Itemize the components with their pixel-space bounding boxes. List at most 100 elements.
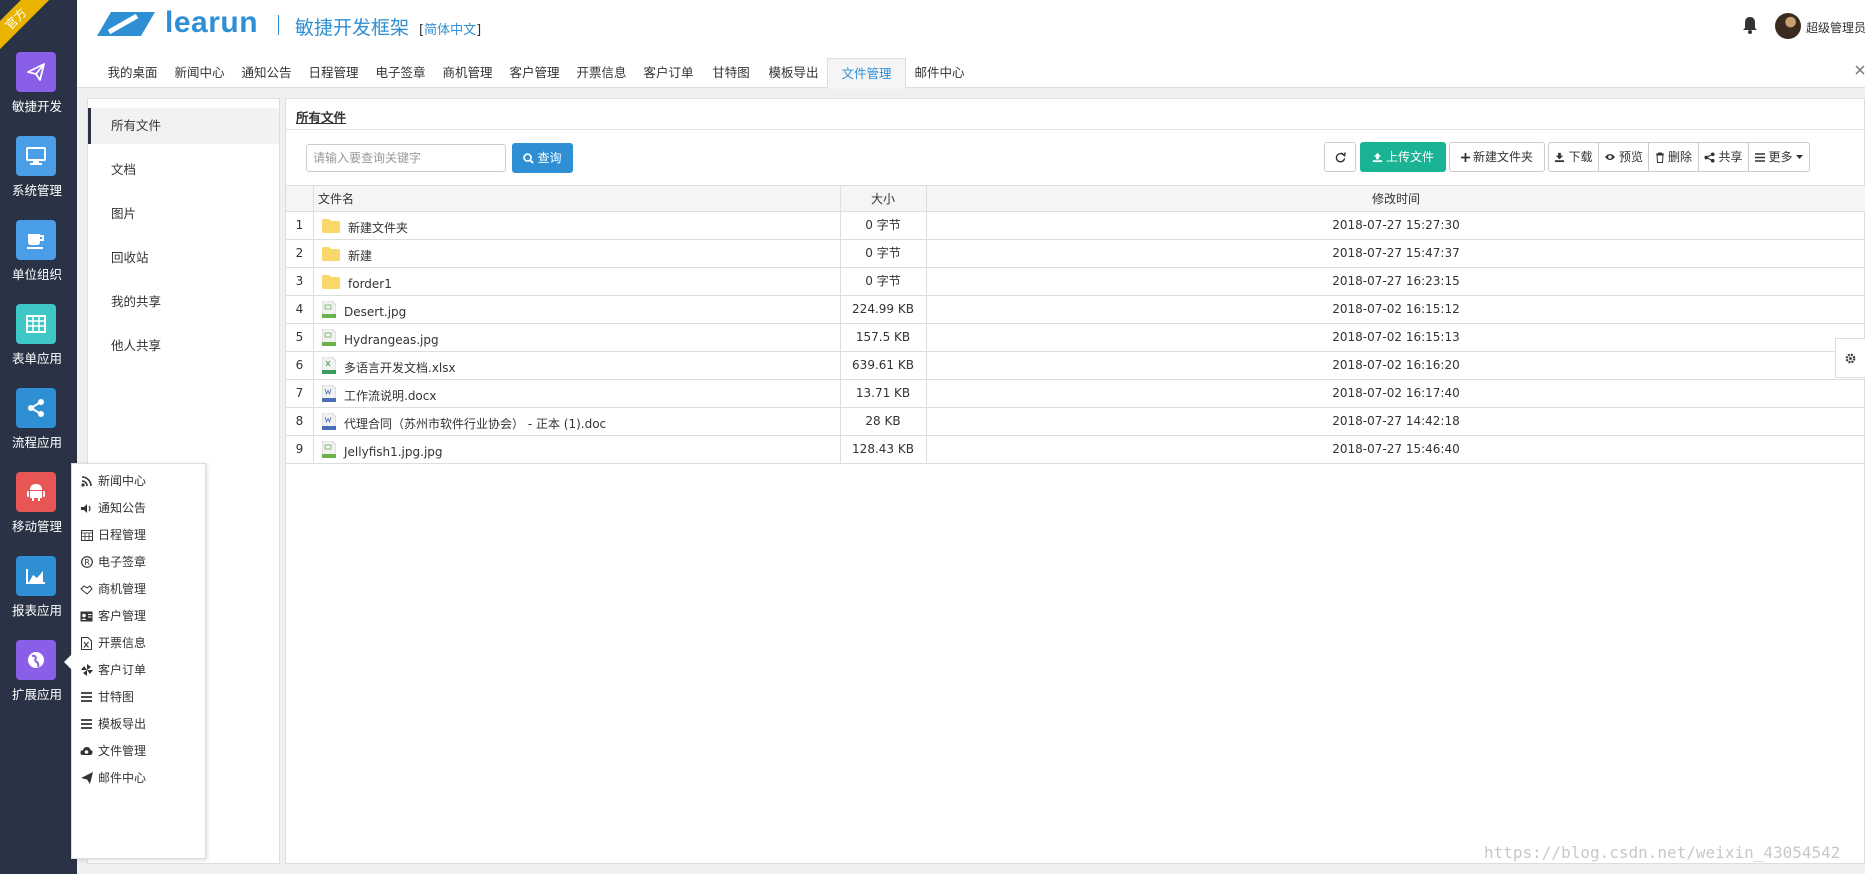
file-name-cell[interactable]: Desert.jpg — [322, 296, 406, 323]
file-name-cell[interactable]: 新建 — [322, 240, 372, 267]
submenu-item-label: 甘特图 — [98, 690, 135, 704]
bars-icon — [80, 691, 93, 704]
coffee-icon — [16, 220, 56, 260]
table-row[interactable]: 1 新建文件夹 0 字节 2018-07-27 15:27:30 — [286, 212, 1865, 240]
tab-schedule[interactable]: 日程管理 — [300, 58, 367, 88]
table-row[interactable]: 9 Jellyfish1.jpg.jpg 128.43 KB 2018-07-27 1… — [286, 436, 1865, 464]
column-header-size[interactable]: 大小 — [840, 186, 926, 212]
preview-button[interactable]: 预览 — [1598, 142, 1649, 172]
file-modified-time: 2018-07-27 16:23:15 — [1332, 274, 1460, 288]
file-name-cell[interactable]: 代理合同（苏州市软件行业协会） - 正本 (1).doc — [322, 408, 606, 435]
category-images[interactable]: 图片 — [88, 196, 279, 232]
avatar[interactable] — [1775, 13, 1801, 39]
category-all-files[interactable]: 所有文件 — [88, 108, 279, 144]
table-row[interactable]: 5 Hydrangeas.jpg 157.5 KB 2018-07-02 16:15:… — [286, 324, 1865, 352]
caret-down-icon — [1795, 154, 1803, 159]
row-number: 6 — [295, 358, 304, 372]
file-name-cell[interactable]: 新建文件夹 — [322, 212, 408, 239]
file-modified-time: 2018-07-27 15:27:30 — [1332, 218, 1460, 232]
search-input[interactable] — [306, 144, 506, 172]
language-switch[interactable]: [简体中文] — [419, 19, 481, 38]
bell-icon[interactable] — [1741, 15, 1759, 38]
tab-customers[interactable]: 客户管理 — [501, 58, 568, 88]
logo-divider — [278, 15, 279, 35]
tab-invoices[interactable]: 开票信息 — [568, 58, 635, 88]
delete-button[interactable]: 删除 — [1648, 142, 1699, 172]
file-name-cell[interactable]: Hydrangeas.jpg — [322, 324, 439, 351]
tab-file-management[interactable]: 文件管理 — [827, 58, 906, 89]
submenu-item[interactable]: 新闻中心 — [80, 470, 146, 492]
tab-e-signature[interactable]: 电子签章 — [367, 58, 434, 88]
file-excel-icon — [80, 636, 93, 650]
file-modified-time: 2018-07-27 15:46:40 — [1332, 442, 1460, 456]
sidebar-item-reports[interactable]: 报表应用 — [0, 556, 77, 640]
close-all-tabs-icon[interactable] — [1855, 64, 1865, 79]
submenu-item-label: 通知公告 — [98, 501, 147, 515]
file-name-cell[interactable]: forder1 — [322, 268, 392, 295]
sidebar-item-workflow[interactable]: 流程应用 — [0, 388, 77, 472]
tab-opportunities[interactable]: 商机管理 — [434, 58, 501, 88]
tab-mail[interactable]: 邮件中心 — [906, 58, 973, 88]
file-size: 13.71 KB — [855, 386, 911, 400]
table-row[interactable]: 6 多语言开发文档.xlsx 639.61 KB 2018-07-02 16:16:2… — [286, 352, 1865, 380]
table-row[interactable]: 7 工作流说明.docx 13.71 KB 2018-07-02 16:17:40 — [286, 380, 1865, 408]
refresh-button[interactable] — [1324, 142, 1356, 172]
tab-my-desktop[interactable]: 我的桌面 — [99, 58, 166, 88]
table-row[interactable]: 2 新建 0 字节 2018-07-27 15:47:37 — [286, 240, 1865, 268]
column-header-modified[interactable]: 修改时间 — [926, 186, 1865, 212]
file-name[interactable]: Jellyfish1.jpg.jpg — [344, 434, 443, 466]
file-name-cell[interactable]: 多语言开发文档.xlsx — [322, 352, 456, 379]
pinwheel-icon — [80, 664, 93, 677]
search-button[interactable]: 查询 — [512, 143, 573, 173]
sidebar-item-extensions[interactable]: 扩展应用 — [0, 640, 77, 724]
submenu-item[interactable]: 开票信息 — [80, 632, 146, 654]
submenu-item[interactable]: 客户管理 — [80, 605, 146, 627]
tab-gantt[interactable]: 甘特图 — [702, 58, 760, 88]
eye-icon — [1604, 154, 1615, 160]
table-row[interactable]: 3 forder1 0 字节 2018-07-27 16:23:15 — [286, 268, 1865, 296]
file-name-cell[interactable]: Jellyfish1.jpg.jpg — [322, 436, 443, 463]
settings-tab[interactable] — [1835, 338, 1865, 378]
user-name[interactable]: 超级管理员 — [1806, 19, 1865, 36]
id-card-icon — [80, 610, 93, 623]
category-shared-with-me[interactable]: 他人共享 — [88, 328, 279, 364]
more-dropdown-button[interactable]: 更多 — [1748, 142, 1810, 172]
download-button[interactable]: 下载 — [1548, 142, 1599, 172]
submenu-item[interactable]: 模板导出 — [80, 713, 146, 735]
share-button[interactable]: 共享 — [1698, 142, 1749, 172]
submenu-item[interactable]: 文件管理 — [80, 740, 146, 762]
category-recycle-bin[interactable]: 回收站 — [88, 240, 279, 276]
upload-file-button[interactable]: 上传文件 — [1360, 142, 1446, 172]
panel-title: 所有文件 — [296, 110, 347, 125]
tab-news[interactable]: 新闻中心 — [166, 58, 233, 88]
submenu-item[interactable]: 通知公告 — [80, 497, 146, 519]
submenu-item[interactable]: 甘特图 — [80, 686, 134, 708]
submenu-item[interactable]: 商机管理 — [80, 578, 146, 600]
table-row[interactable]: 8 代理合同（苏州市软件行业协会） - 正本 (1).doc 28 KB 2018-0… — [286, 408, 1865, 436]
share-icon — [16, 388, 56, 428]
tab-orders[interactable]: 客户订单 — [635, 58, 702, 88]
sidebar-item-forms[interactable]: 表单应用 — [0, 304, 77, 388]
category-documents[interactable]: 文档 — [88, 152, 279, 188]
submenu-item[interactable]: 客户订单 — [80, 659, 146, 681]
sidebar-item-mobile[interactable]: 移动管理 — [0, 472, 77, 556]
file-size: 128.43 KB — [852, 442, 914, 456]
column-header-name[interactable]: 文件名 — [318, 186, 354, 212]
category-my-shares[interactable]: 我的共享 — [88, 284, 279, 320]
submenu-item[interactable]: 邮件中心 — [80, 767, 146, 789]
file-name-cell[interactable]: 工作流说明.docx — [322, 380, 436, 407]
sidebar-item-system[interactable]: 系统管理 — [0, 136, 77, 220]
download-icon — [1555, 152, 1565, 162]
desktop-icon — [16, 136, 56, 176]
submenu-item[interactable]: R 电子签章 — [80, 551, 146, 573]
submenu-item[interactable]: 日程管理 — [80, 524, 146, 546]
table-row[interactable]: 4 Desert.jpg 224.99 KB 2018-07-02 16:15:12 — [286, 296, 1865, 324]
android-icon — [16, 472, 56, 512]
new-folder-button[interactable]: 新建文件夹 — [1449, 142, 1545, 172]
logo-text: learun — [165, 6, 259, 39]
tab-notices[interactable]: 通知公告 — [233, 58, 300, 88]
language-link[interactable]: 简体中文 — [424, 23, 476, 38]
tab-template-export[interactable]: 模板导出 — [760, 58, 827, 88]
sidebar-item-organization[interactable]: 单位组织 — [0, 220, 77, 304]
sidebar-item-agile-dev[interactable]: 敏捷开发 — [0, 52, 77, 136]
